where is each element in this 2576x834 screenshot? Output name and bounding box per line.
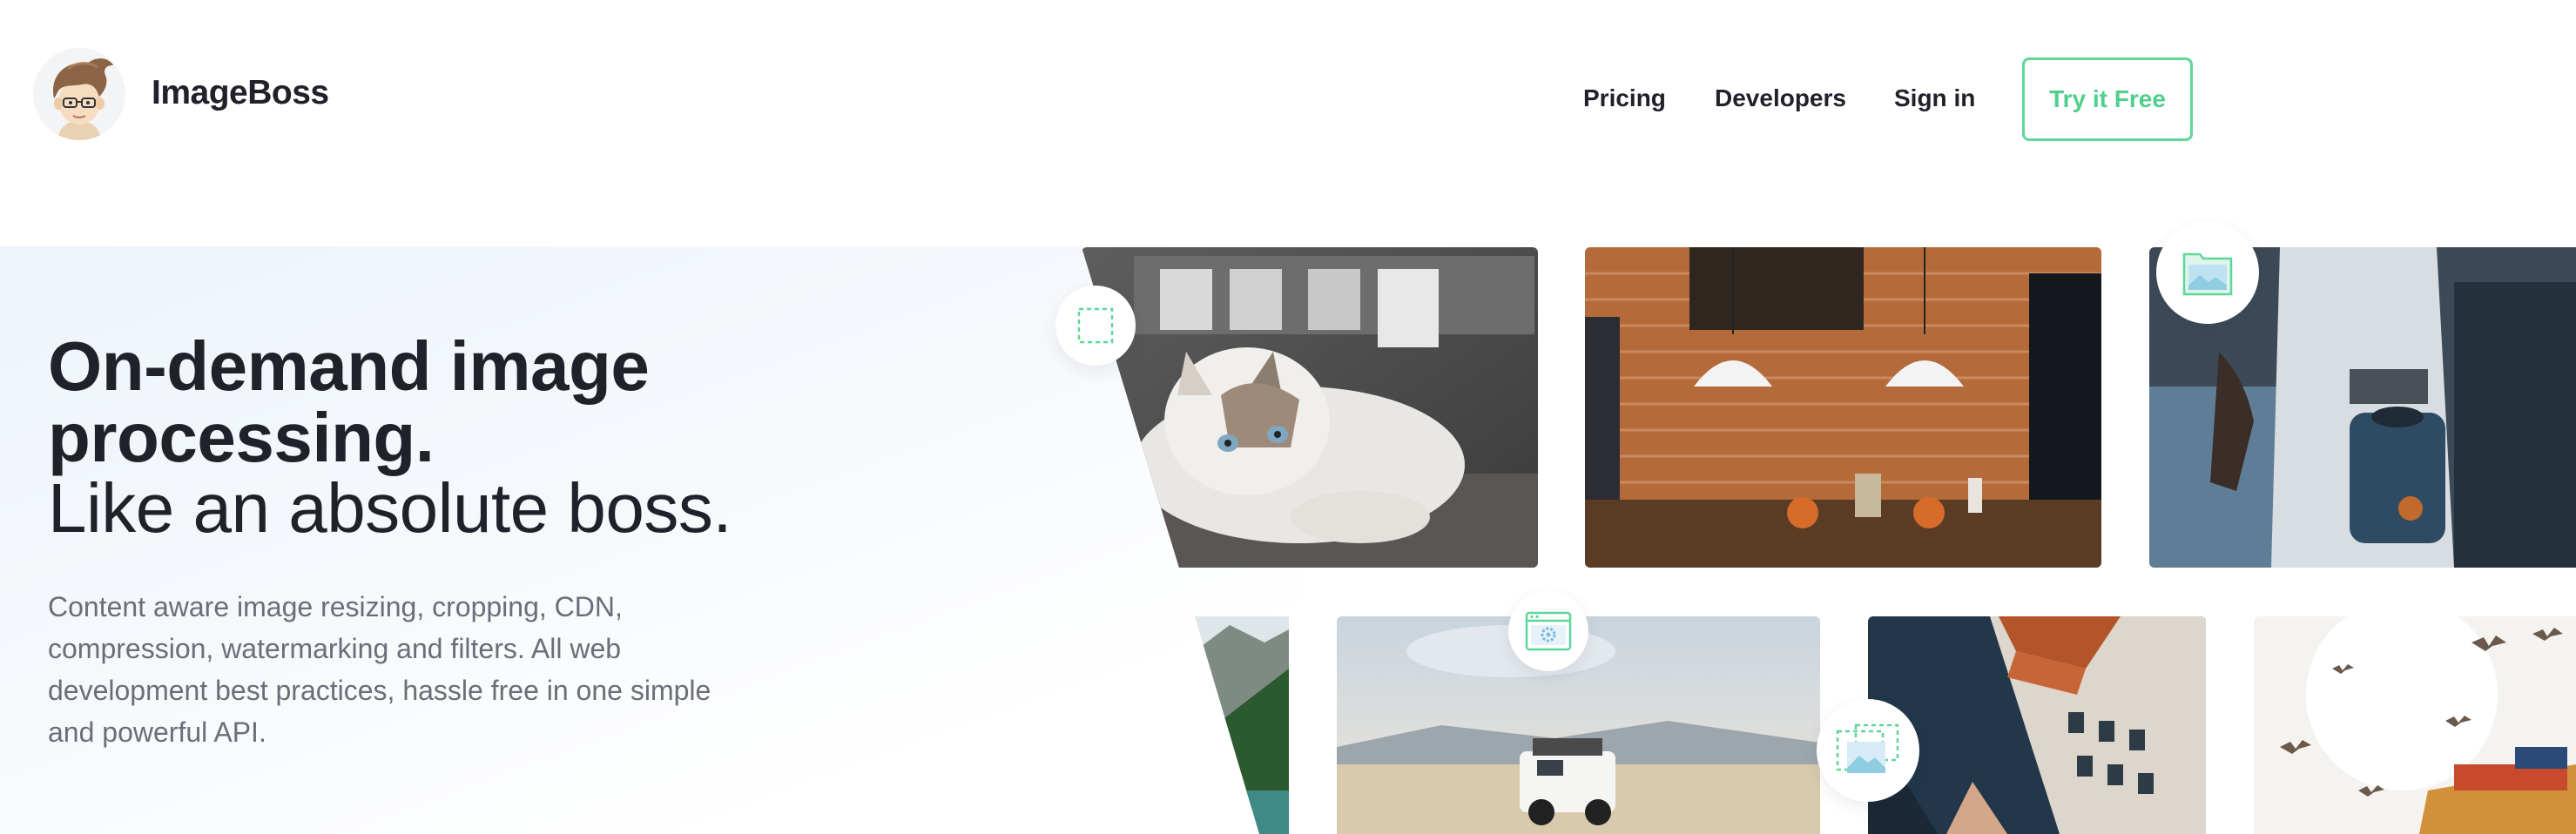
- brick-wall-dining-photo: [1585, 247, 2101, 568]
- image-settings-icon: [1508, 591, 1588, 671]
- hero-subhead: Like an absolute boss.: [48, 469, 732, 547]
- site-header: ImageBoss Pricing Developers Sign in Try…: [0, 0, 2576, 200]
- nav-sign-in-link[interactable]: Sign in: [1894, 84, 1975, 112]
- try-it-free-button[interactable]: Try it Free: [2022, 57, 2193, 141]
- image-resize-icon: [1817, 699, 1919, 802]
- seagulls-city-photo: [2254, 616, 2576, 834]
- crop-icon: [1055, 286, 1136, 366]
- hero-description: Content aware image resizing, cropping, …: [48, 591, 711, 748]
- mountain-lake-photo: [1195, 616, 1289, 834]
- brand-name[interactable]: ImageBoss: [152, 74, 329, 112]
- aerial-buildings-photo: [1868, 616, 2206, 834]
- cat-photo: [1082, 247, 1538, 568]
- nav-pricing-link[interactable]: Pricing: [1583, 84, 1666, 112]
- nav-developers-link[interactable]: Developers: [1715, 84, 1846, 112]
- image-folder-icon: [2156, 221, 2259, 324]
- hero-headline: On-demand image processing.: [48, 327, 650, 476]
- brand-logo-icon[interactable]: [33, 48, 125, 140]
